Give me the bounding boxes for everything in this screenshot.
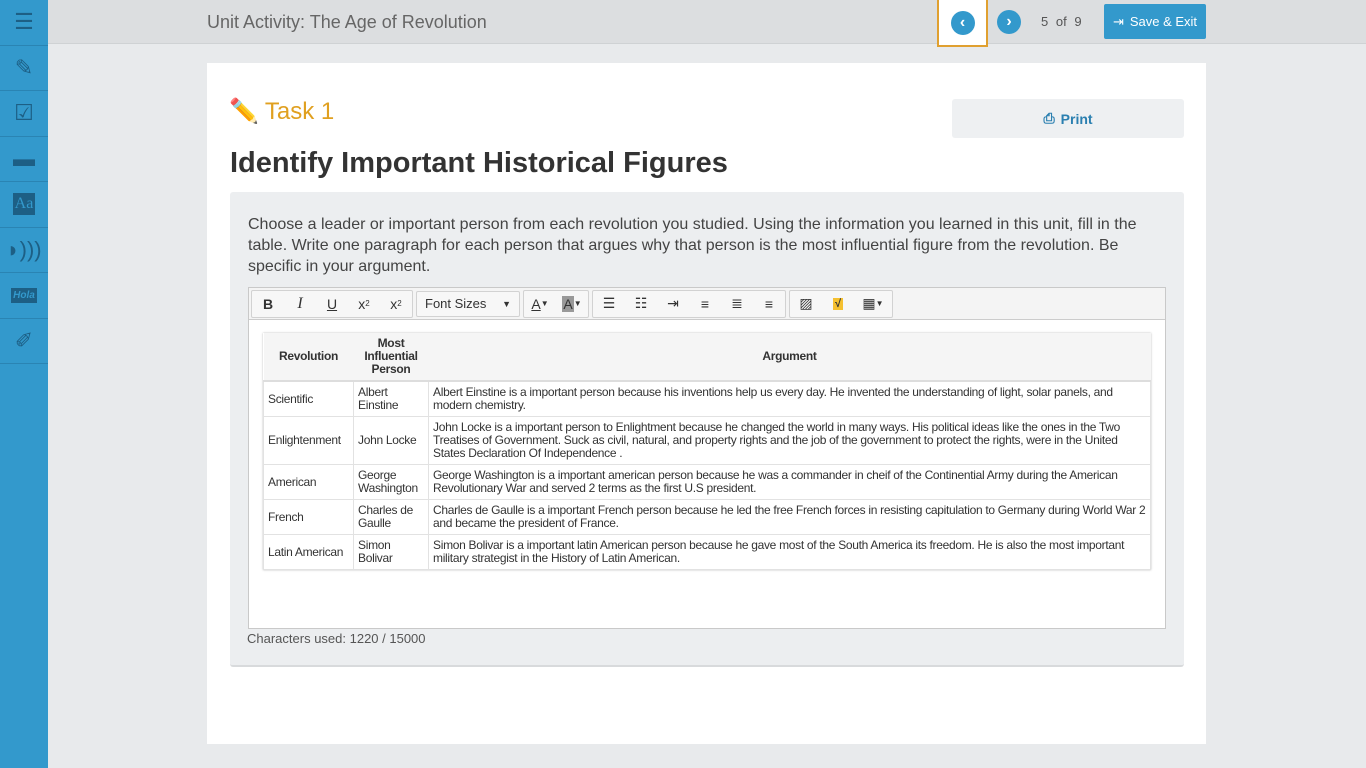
align-left-icon[interactable]: ≡ (689, 291, 721, 317)
cell-argument[interactable]: Simon Bolivar is a important latin Ameri… (428, 534, 1151, 570)
task-title: Task 1 (264, 97, 335, 125)
bullet-list-icon[interactable]: ☰ (593, 291, 625, 317)
image-icon[interactable]: ▨ (790, 291, 822, 317)
indent-icon[interactable]: ⇥ (657, 291, 689, 317)
align-center-icon[interactable]: ≣ (721, 291, 753, 317)
sidebar-item-translate[interactable]: Hola (0, 273, 48, 319)
chevron-right-icon: › (1006, 13, 1012, 30)
page-current: 5 (1041, 14, 1049, 29)
cell-revolution[interactable]: French (263, 499, 354, 535)
format-group: B I U x2 x2 (251, 289, 413, 318)
print-label: Print (1060, 110, 1093, 127)
speech-icon: ◗))) (6, 236, 42, 262)
previous-button[interactable]: ‹ (937, 0, 988, 47)
table-row: American George Washington George Washingt… (263, 464, 1151, 500)
page-title: Unit Activity: The Age of Revolution (207, 12, 487, 32)
numbered-list-icon[interactable]: ☷ (625, 291, 657, 317)
paragraph-group: ☰ ☷ ⇥ ≡ ≣ ≡ (592, 289, 786, 318)
table-row: Scientific Albert Einstine Albert Einstine… (263, 380, 1151, 417)
cell-revolution[interactable]: American (263, 464, 354, 500)
table-row: French Charles de Gaulle Charles de Gaulle… (263, 499, 1151, 535)
cell-person[interactable]: Simon Bolivar (353, 534, 429, 570)
underline-button[interactable]: U (316, 291, 348, 317)
sidebar: ☰ ✎ ☑ ▬ Aa ◗))) Hola ✐ (0, 0, 48, 768)
top-bar: Unit Activity: The Age of Revolution ‹ ›… (48, 0, 1366, 47)
list-icon: ☰ (14, 9, 34, 35)
revolution-table[interactable]: Revolution Most Influential Person Argum… (263, 333, 1151, 570)
font-size-select[interactable]: Font Sizes ▼ (416, 290, 520, 317)
sidebar-item-folder[interactable]: ▬ (0, 137, 48, 182)
highlighter-icon: ✐ (14, 327, 34, 353)
sidebar-item-notes[interactable]: ✎ (0, 46, 48, 91)
background-color-button[interactable]: A ▼ (556, 291, 588, 317)
caret-down-icon: ▼ (502, 298, 511, 309)
checklist-icon: ☑ (14, 100, 34, 126)
pencil-icon: ✏️ (229, 98, 259, 125)
folder-icon: ▬ (13, 145, 35, 171)
page-indicator: 5 of 9 (1041, 14, 1082, 29)
next-button[interactable]: › (997, 10, 1021, 34)
print-button[interactable]: ⎙ Print (952, 99, 1184, 138)
cell-argument[interactable]: Charles de Gaulle is a important French … (428, 499, 1151, 535)
align-right-icon[interactable]: ≡ (753, 291, 785, 317)
color-group: A ▼ A ▼ (523, 289, 589, 318)
character-count: Characters used: 1220 / 15000 (247, 631, 426, 646)
editor-toolbar: B I U x2 x2 Font Sizes ▼ A ▼ A ▼ ☰ ☷ ⇥ ≡ … (249, 288, 1165, 320)
task-box: Choose a leader or important person from… (230, 192, 1184, 667)
sidebar-item-dictionary[interactable]: Aa (0, 182, 48, 228)
printer-icon: ⎙ (1043, 110, 1055, 126)
page-of: of (1055, 14, 1067, 29)
superscript-button[interactable]: x2 (348, 291, 380, 317)
page-total: 9 (1074, 14, 1082, 29)
table-icon[interactable]: ▦ ▼ (854, 291, 892, 317)
cell-person[interactable]: George Washington (353, 464, 429, 500)
cell-revolution[interactable]: Latin American (263, 534, 354, 570)
sidebar-item-checklist[interactable]: ☑ (0, 91, 48, 137)
math-equation-icon[interactable]: √ (822, 291, 854, 317)
subscript-button[interactable]: x2 (380, 291, 412, 317)
cell-person[interactable]: Charles de Gaulle (353, 499, 429, 535)
table-row: Latin American Simon Bolivar Simon Bolivar… (263, 534, 1151, 570)
translate-icon: Hola (11, 287, 37, 303)
cell-revolution[interactable]: Scientific (263, 380, 354, 417)
header-argument: Argument (428, 333, 1151, 382)
sidebar-item-speech[interactable]: ◗))) (0, 228, 48, 273)
text-color-button[interactable]: A ▼ (524, 291, 556, 317)
italic-button[interactable]: I (284, 291, 316, 317)
cell-revolution[interactable]: Enlightenment (263, 416, 354, 465)
dictionary-icon: Aa (12, 193, 36, 216)
exit-icon: ⇥ (1112, 13, 1124, 29)
task-prompt: Choose a leader or important person from… (248, 216, 1137, 275)
sidebar-item-menu[interactable]: ☰ (0, 0, 48, 46)
rich-text-editor[interactable]: B I U x2 x2 Font Sizes ▼ A ▼ A ▼ ☰ ☷ ⇥ ≡ … (248, 287, 1166, 629)
sidebar-item-highlighter[interactable]: ✐ (0, 319, 48, 364)
table-row: Enlightenment John Locke John Locke is a i… (263, 416, 1151, 465)
cell-argument[interactable]: John Locke is a important person to Enli… (428, 416, 1151, 465)
cell-person[interactable]: Albert Einstine (353, 380, 429, 417)
task-label: ✏️ Task 1 (229, 97, 334, 126)
table-header-row: Revolution Most Influential Person Argum… (263, 333, 1151, 382)
task-heading: Identify Important Historical Figures (230, 147, 728, 179)
cell-person[interactable]: John Locke (353, 416, 429, 465)
bold-button[interactable]: B (252, 291, 284, 317)
font-size-label: Font Sizes (425, 296, 487, 311)
content-panel: ✏️ Task 1 ⎙ Print Identify Important Histo… (207, 63, 1206, 744)
insert-group: ▨ √ ▦ ▼ (789, 289, 893, 318)
chevron-left-icon: ‹ (950, 10, 975, 35)
header-person: Most Influential Person (353, 333, 429, 382)
save-exit-label: Save & Exit (1129, 14, 1198, 29)
header-revolution: Revolution (263, 333, 354, 382)
cell-argument[interactable]: Albert Einstine is a important person be… (428, 380, 1151, 417)
cell-argument[interactable]: George Washington is a important america… (428, 464, 1151, 500)
save-exit-button[interactable]: ⇥ Save & Exit (1104, 4, 1206, 39)
edit-notes-icon: ✎ (14, 54, 34, 80)
